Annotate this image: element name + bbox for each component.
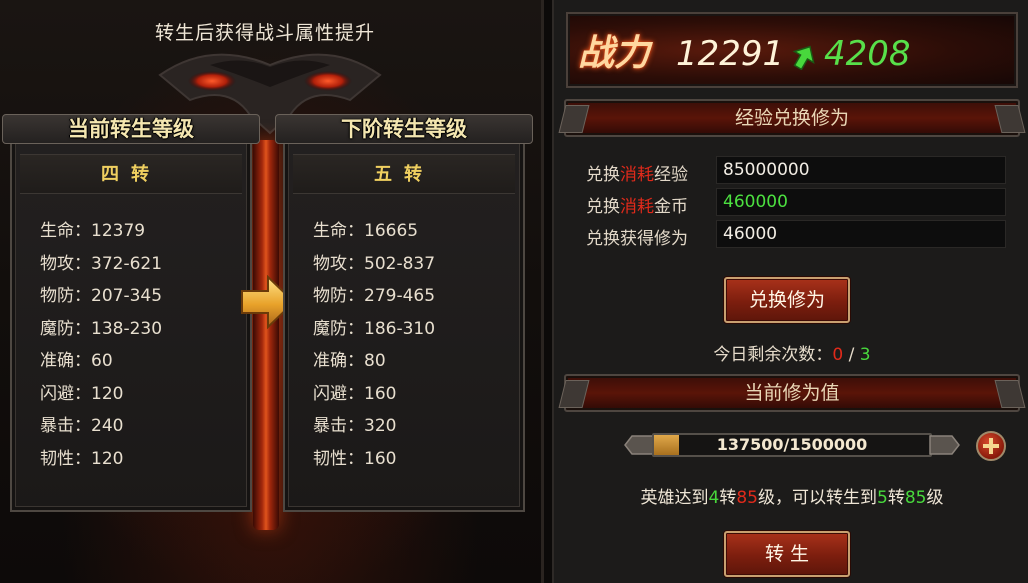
exchange-section-title: 经验兑换修为 (564, 99, 1020, 137)
exchange-cost-exp-label: 兑换消耗经验 (586, 165, 688, 185)
current-rank-box: 当前转生等级 四转 生命：12379 物攻：372-621 物防：207-345… (2, 114, 260, 512)
combat-power-gain: 4208 (824, 34, 911, 74)
combat-power-value: 12291 (676, 34, 785, 74)
next-rank-header: 下阶转生等级 (275, 114, 533, 144)
stat-dodge: 闪避：160 (313, 383, 397, 404)
exchange-gain-label: 兑换获得修为 (586, 229, 688, 249)
stat-accuracy: 准确：80 (313, 351, 386, 371)
arrow-up-icon (792, 45, 815, 70)
stat-hp: 生命：12379 (40, 221, 146, 241)
combat-power-banner: 战力 12291 4208 (566, 12, 1018, 88)
stat-critical: 暴击：240 (40, 416, 124, 436)
xiuwei-section-title: 当前修为值 (564, 374, 1020, 412)
rebirth-button[interactable]: 转 生 (724, 531, 850, 577)
lava-pillar-decoration (253, 140, 279, 530)
stat-physical-defense: 物防：279-465 (313, 286, 436, 306)
stat-hp: 生命：16665 (313, 221, 419, 241)
add-xiuwei-button[interactable] (976, 431, 1006, 461)
stat-magic-defense: 魔防：186-310 (313, 318, 436, 339)
stat-magic-defense: 魔防：138-230 (40, 318, 163, 339)
progress-text: 137500/1500000 (716, 435, 868, 454)
current-rank-header: 当前转生等级 (2, 114, 260, 144)
exchange-cost-gold-label: 兑换消耗金币 (586, 197, 688, 217)
stat-critical: 暴击：320 (313, 416, 397, 436)
exchange-panel: 战力 12291 4208 经验兑换修为 兑换消耗经验 85000000 兑换消… (552, 0, 1028, 583)
panel-title: 转生后获得战斗属性提升 (154, 22, 375, 44)
stat-toughness: 韧性：120 (40, 448, 124, 469)
current-rank-value: 四转 (20, 154, 242, 194)
current-stat-list: 生命：12379 物攻：372-621 物防：207-345 魔防：138-23… (40, 216, 162, 476)
exchange-cost-gold-value: 460000 (716, 188, 1006, 216)
stat-physical-attack: 物攻：502-837 (313, 253, 436, 274)
rebirth-condition-text: 英雄达到4转85级，可以转生到5转85级 (640, 488, 944, 508)
exchange-button[interactable]: 兑换修为 (724, 277, 850, 323)
remaining-count: 今日剩余次数：0 / 3 (713, 345, 871, 365)
next-rank-box: 下阶转生等级 五转 生命：16665 物攻：502-837 物防：279-465… (275, 114, 533, 512)
next-stat-list: 生命：16665 物攻：502-837 物防：279-465 魔防：186-31… (313, 216, 435, 476)
bar-cap-right-icon (929, 435, 960, 455)
stat-physical-defense: 物防：207-345 (40, 286, 163, 306)
stat-toughness: 韧性：160 (313, 448, 397, 469)
stat-physical-attack: 物攻：372-621 (40, 253, 163, 274)
exchange-gain-value: 46000 (716, 220, 1006, 248)
combat-power-label: 战力 (578, 32, 651, 74)
stat-dodge: 闪避：120 (40, 383, 124, 404)
exchange-cost-exp-value: 85000000 (716, 156, 1006, 184)
xiuwei-progress-bar: 137500/1500000 (624, 430, 960, 460)
stat-accuracy: 准确：60 (40, 351, 113, 371)
next-rank-value: 五转 (293, 154, 515, 194)
rebirth-stats-panel: 转生后获得战斗属性提升 当前转生等级 四转 生命：12379 物攻：372-62… (0, 0, 544, 583)
